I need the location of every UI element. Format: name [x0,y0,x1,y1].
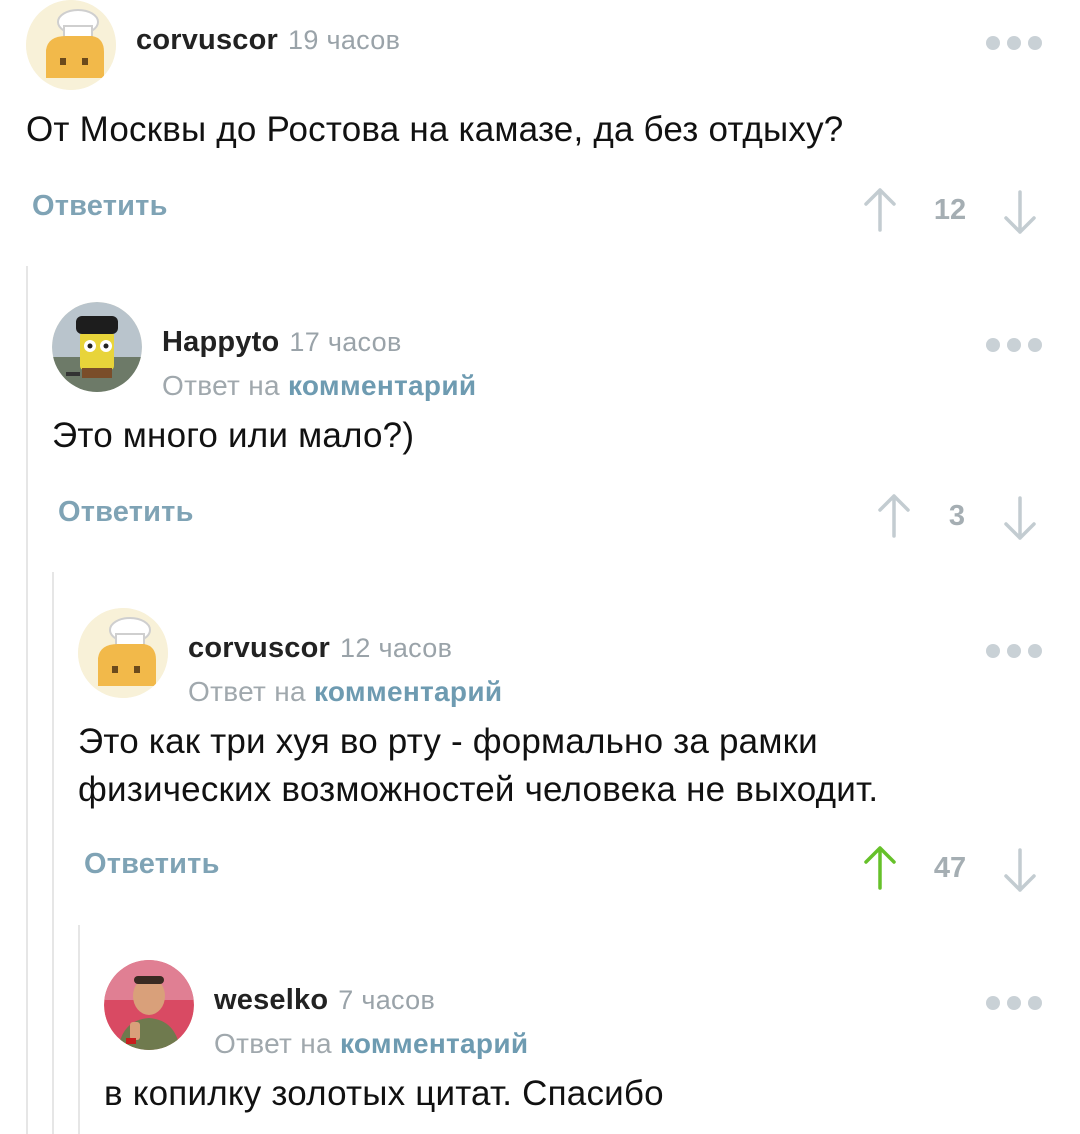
reply-to-prefix: Ответ на [214,1028,332,1059]
rating-control: 47 [860,844,1040,894]
author-name[interactable]: weselko [214,984,328,1016]
reply-button[interactable]: Ответить [84,848,220,881]
toast-chef-avatar-icon[interactable] [78,608,168,698]
author-name[interactable]: corvuscor [188,632,330,664]
upvote-arrow-icon[interactable] [860,186,900,236]
comment-time: 17 часов [289,327,402,357]
comment-text: Это как три хуя во рту - формально за ра… [78,718,878,814]
sponge-character-avatar-icon[interactable] [52,302,142,392]
reply-to-line: Ответ на комментарий [214,1028,528,1060]
person-photo-avatar-icon[interactable] [104,960,194,1050]
comment-header: corvuscor 12 часов Ответ на комментарий [78,608,1080,707]
reply-to-line: Ответ на комментарий [188,676,502,708]
rating-score: 12 [933,194,967,226]
rating-score: 47 [933,852,967,884]
reply-to-line: Ответ на комментарий [162,370,476,402]
thread-line-level-3 [78,925,80,1134]
author-name[interactable]: corvuscor [136,24,278,56]
more-options-icon[interactable] [986,336,1042,354]
comment-header: weselko 7 часов Ответ на комментарий [104,960,1080,1059]
thread-line-level-1 [26,266,28,1134]
comment: Happyto 17 часов Ответ на комментарий Это… [52,302,1080,552]
downvote-arrow-icon[interactable] [1000,186,1040,236]
reply-to-prefix: Ответ на [162,370,280,401]
more-options-icon[interactable] [986,34,1042,52]
comment-time: 19 часов [288,25,401,55]
author-line: corvuscor 12 часов [188,632,452,665]
comment-text: От Москвы до Ростова на камазе, да без о… [26,110,844,149]
upvote-arrow-icon[interactable] [860,844,900,894]
reply-to-prefix: Ответ на [188,676,306,707]
downvote-arrow-icon[interactable] [1000,844,1040,894]
toast-chef-avatar-icon[interactable] [26,0,116,90]
comment-header: corvuscor 19 часов [26,0,1080,90]
comment-text-line: физических возможностей человека не выхо… [78,770,879,809]
comment-time: 12 часов [340,633,453,663]
rating-control: 3 [860,492,1040,542]
rating-score: 3 [948,500,966,532]
author-line: Happyto 17 часов [162,326,402,359]
comment-text: Это много или мало?) [52,416,415,455]
comment-text-line: Это как три хуя во рту - формально за ра… [78,722,818,761]
reply-to-link[interactable]: комментарий [288,370,476,401]
reply-button[interactable]: Ответить [58,496,194,529]
comment-text: в копилку золотых цитат. Спасибо [104,1074,664,1113]
rating-control: 12 [860,186,1040,236]
author-line: corvuscor 19 часов [136,24,400,57]
comment: corvuscor 12 часов Ответ на комментарий Э… [78,608,1080,898]
comment: corvuscor 19 часов От Москвы до Ростова н… [26,0,1080,250]
author-name[interactable]: Happyto [162,326,279,358]
downvote-arrow-icon[interactable] [1000,492,1040,542]
thread-line-level-2 [52,572,54,1134]
author-line: weselko 7 часов [214,984,435,1017]
comment: weselko 7 часов Ответ на комментарий в ко… [104,960,1080,1134]
upvote-arrow-icon[interactable] [874,492,914,542]
reply-to-link[interactable]: комментарий [314,676,502,707]
more-options-icon[interactable] [986,994,1042,1012]
comment-header: Happyto 17 часов Ответ на комментарий [52,302,1080,401]
reply-to-link[interactable]: комментарий [340,1028,528,1059]
reply-button[interactable]: Ответить [32,190,168,223]
comment-time: 7 часов [338,985,436,1015]
more-options-icon[interactable] [986,642,1042,660]
